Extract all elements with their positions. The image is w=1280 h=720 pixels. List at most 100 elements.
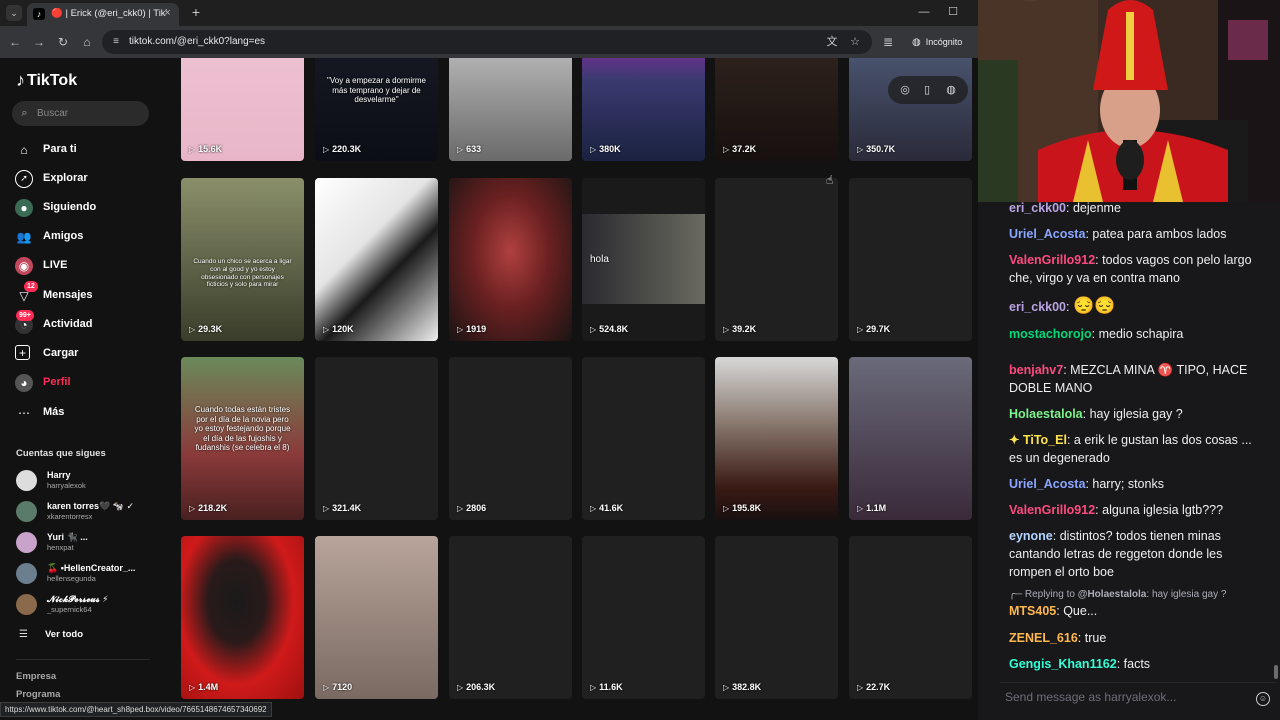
chat-message: Gengis_Khan1162: facts bbox=[1009, 655, 1267, 673]
video-card[interactable]: ▷ 22.7K bbox=[849, 536, 972, 699]
nav-siguiendo[interactable]: ● Siguiendo bbox=[12, 196, 162, 220]
view-count-text: 22.7K bbox=[866, 682, 891, 692]
play-icon: ▷ bbox=[857, 504, 864, 513]
chat-message-input[interactable]: Send message as harryalexok... ☺ bbox=[1000, 682, 1276, 714]
site-info-icon[interactable]: ≡ bbox=[110, 36, 122, 48]
chat-username[interactable]: ValenGrillo912 bbox=[1009, 253, 1095, 267]
forward-icon[interactable]: → bbox=[31, 34, 47, 50]
video-card[interactable]: ▷ 633 bbox=[449, 58, 572, 161]
chat-username[interactable]: ZENEL_616 bbox=[1009, 631, 1078, 645]
video-card[interactable]: hola ▷ 524.8K bbox=[582, 178, 705, 341]
chat-username[interactable]: Gengis_Khan1162 bbox=[1009, 657, 1117, 671]
minimize-button[interactable]: — bbox=[917, 5, 931, 19]
following-account-item[interactable]: karen torres🖤 🐄 ✓ xkarentorresx bbox=[16, 499, 166, 525]
see-all-button[interactable]: ☰ Ver todo bbox=[16, 628, 116, 642]
view-count-text: 206.3K bbox=[466, 682, 496, 692]
chat-message: eynone: distintos? todos tienen minas ca… bbox=[1009, 527, 1267, 581]
following-account-item[interactable]: Harry harryalexok bbox=[16, 468, 166, 494]
footer-link-empresa[interactable]: Empresa bbox=[16, 671, 56, 682]
maximize-button[interactable]: ☐ bbox=[946, 5, 960, 19]
reload-icon[interactable]: ↻ bbox=[55, 34, 71, 50]
view-count: ▷ 22.7K bbox=[857, 682, 890, 692]
emote-picker-icon[interactable]: ☺ bbox=[1256, 692, 1270, 706]
reply-context[interactable]: ╭─ Replying to @Holaestalola: hay iglesi… bbox=[1009, 588, 1267, 602]
chat-username[interactable]: Uriel_Acosta bbox=[1009, 477, 1085, 491]
video-card[interactable]: ▷ 29.7K bbox=[849, 178, 972, 341]
video-card[interactable]: "Voy a empezar a dormirme más temprano y… bbox=[315, 58, 438, 161]
video-card[interactable]: ▷ 321.4K bbox=[315, 357, 438, 520]
video-card[interactable]: ▷ 37.2K bbox=[715, 58, 838, 161]
footer-link-programa[interactable]: Programa bbox=[16, 689, 60, 700]
browser-tab[interactable]: ♪ 🔴 | Erick (@eri_ckk0) | TikTok × bbox=[27, 3, 179, 26]
view-count: ▷ 206.3K bbox=[457, 682, 495, 692]
nav-explorar[interactable]: ➚ Explorar bbox=[12, 167, 162, 191]
close-tab-icon[interactable]: × bbox=[161, 7, 174, 20]
nav-actividad[interactable]: ◔ 99+ Actividad bbox=[12, 310, 162, 337]
video-card[interactable]: Cuando un chico se acerca a ligar con al… bbox=[181, 178, 304, 341]
view-count: ▷ 120K bbox=[323, 324, 354, 334]
chat-username[interactable]: eynone bbox=[1009, 529, 1053, 543]
nav-mas[interactable]: ⋯ Más bbox=[12, 401, 162, 425]
nav-cargar[interactable]: + Cargar bbox=[12, 342, 162, 366]
view-count-text: 220.3K bbox=[332, 144, 362, 154]
nav-para-ti[interactable]: ⌂ Para ti bbox=[12, 138, 162, 162]
video-card[interactable]: ▷ 206.3K bbox=[449, 536, 572, 699]
video-card[interactable]: ▷ 15.6K bbox=[181, 58, 304, 161]
incognito-icon: ◍ bbox=[912, 37, 921, 48]
video-card[interactable]: ▷ 7120 bbox=[315, 536, 438, 699]
following-account-item[interactable]: 🍒 •HellenCreator_... hellensegunda bbox=[16, 561, 166, 587]
user-avatar-icon[interactable]: ◍ bbox=[944, 83, 958, 97]
tab-search-button[interactable]: ⌄ bbox=[6, 5, 22, 21]
compass-tool-icon[interactable]: ◎ bbox=[898, 83, 912, 97]
video-card[interactable]: ▷ 350.7K bbox=[849, 58, 972, 161]
video-card[interactable]: ▷ 382.8K bbox=[715, 536, 838, 699]
video-card[interactable]: ▷ 120K bbox=[315, 178, 438, 341]
nav-mensajes[interactable]: ▽ 12 Mensajes bbox=[12, 281, 162, 308]
search-input[interactable]: ⌕ Buscar bbox=[12, 101, 149, 126]
chat-username[interactable]: Holaestalola bbox=[1009, 407, 1083, 421]
incognito-indicator[interactable]: ◍ Incógnito bbox=[904, 30, 970, 54]
tiktok-logo[interactable]: ♪ TikTok bbox=[16, 70, 77, 94]
bookmark-star-icon[interactable]: ☆ bbox=[848, 35, 862, 49]
chat-username[interactable]: ✦ TiTo_El bbox=[1009, 433, 1067, 447]
view-count: ▷ 41.6K bbox=[590, 503, 623, 513]
video-card[interactable]: ▷ 41.6K bbox=[582, 357, 705, 520]
live-icon: ◉ bbox=[15, 257, 33, 275]
translate-icon[interactable]: 文 bbox=[825, 35, 839, 49]
video-card[interactable]: ▷ 1919 bbox=[449, 178, 572, 341]
chat-scrollbar[interactable] bbox=[1274, 665, 1278, 679]
new-tab-button[interactable]: + bbox=[189, 5, 203, 19]
chat-separator: : bbox=[1091, 327, 1099, 341]
nav-label: Amigos bbox=[43, 230, 84, 242]
chat-username[interactable]: benjahv7 bbox=[1009, 363, 1063, 377]
back-icon[interactable]: ← bbox=[7, 34, 23, 50]
chat-username[interactable]: mostachorojo bbox=[1009, 327, 1092, 341]
device-icon[interactable]: ▯ bbox=[920, 83, 934, 97]
video-card[interactable]: ▷ 39.2K bbox=[715, 178, 838, 341]
following-account-item[interactable]: 𝓝𝓲𝓬𝓴𝓟𝓮𝓻𝓼𝓮𝓾𝓼 ⚡ _supernick64 bbox=[16, 592, 166, 618]
chat-username[interactable]: Uriel_Acosta bbox=[1009, 227, 1085, 241]
nav-live[interactable]: ◉ LIVE bbox=[12, 254, 162, 278]
video-card[interactable]: ▷ 1.1M bbox=[849, 357, 972, 520]
chat-username[interactable]: eri_ckk00 bbox=[1009, 300, 1066, 314]
stream-chat: eri_ckk00: dejenme Uriel_Acosta: patea p… bbox=[978, 202, 1280, 720]
list-icon: ☰ bbox=[19, 629, 28, 640]
address-bar[interactable]: ≡ tiktok.com/@eri_ckk0?lang=es 文 ☆ bbox=[102, 30, 872, 54]
video-card[interactable]: ▷ 1.4M bbox=[181, 536, 304, 699]
video-card[interactable]: ▷ 2806 bbox=[449, 357, 572, 520]
chat-username[interactable]: ValenGrillo912 bbox=[1009, 503, 1095, 517]
video-card[interactable]: ▷ 11.6K bbox=[582, 536, 705, 699]
nav-perfil[interactable]: ◕ Perfil bbox=[12, 371, 162, 395]
chat-username[interactable]: eri_ckk00 bbox=[1009, 202, 1066, 215]
video-card[interactable]: ▷ 380K bbox=[582, 58, 705, 161]
chat-username[interactable]: MTS405 bbox=[1009, 604, 1056, 618]
nav-amigos[interactable]: 👥 Amigos bbox=[12, 225, 162, 249]
following-account-item[interactable]: Yuri 🐈‍⬛ ... henxpat bbox=[16, 530, 166, 556]
reading-list-icon[interactable]: ≣ bbox=[880, 34, 896, 50]
chat-text: harry; stonks bbox=[1092, 477, 1164, 491]
chat-separator: : bbox=[1066, 202, 1073, 215]
home-button-icon[interactable]: ⌂ bbox=[79, 34, 95, 50]
video-card[interactable]: Cuando todas están tristes por el día de… bbox=[181, 357, 304, 520]
video-card[interactable]: ▷ 195.8K bbox=[715, 357, 838, 520]
chat-separator: : bbox=[1116, 657, 1124, 671]
